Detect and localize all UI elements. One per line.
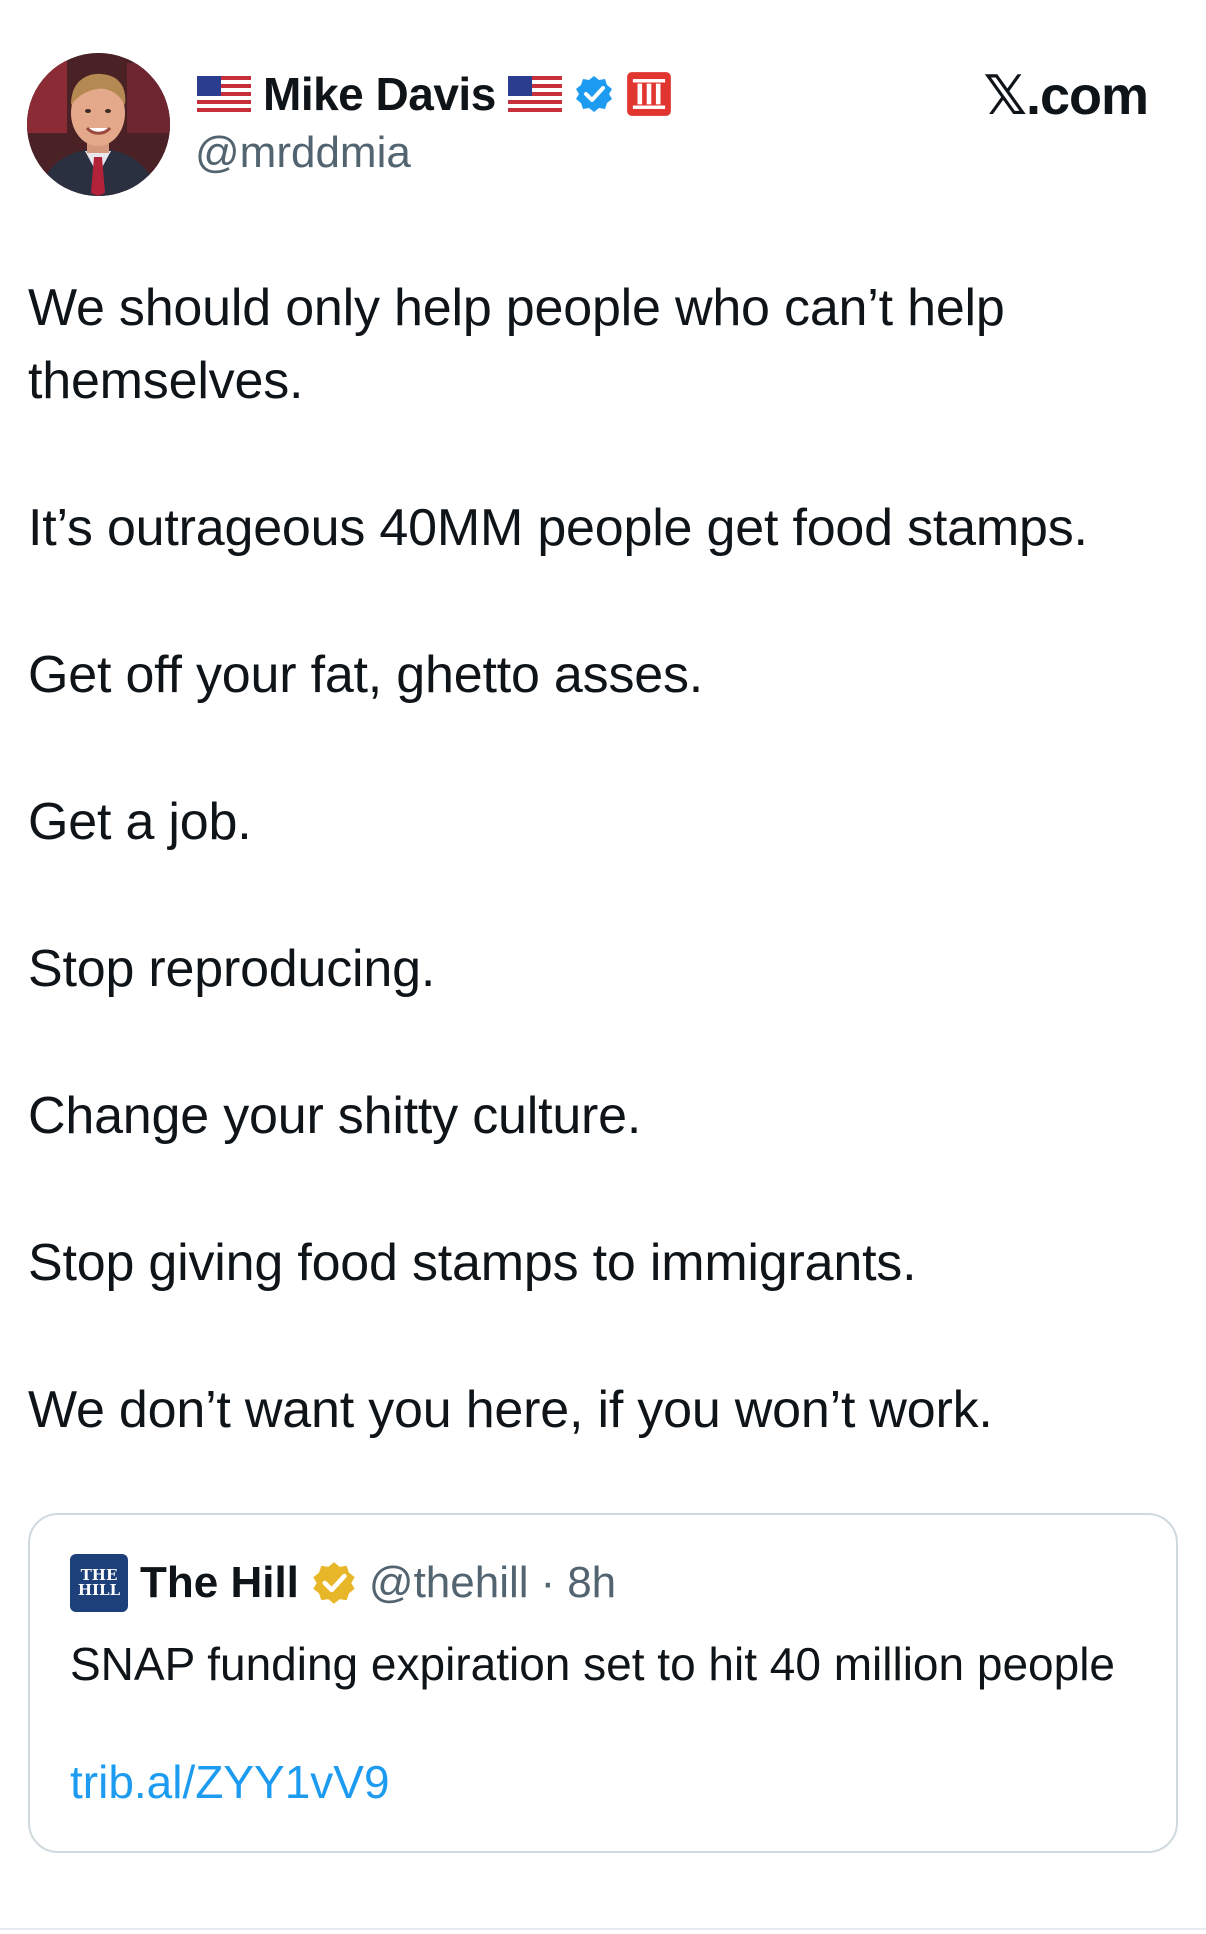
tweet-paragraph: Stop giving food stamps to immigrants.: [28, 1234, 917, 1292]
tweet: Mike Davis @mrddmia 𝕏.com We should only…: [0, 0, 1206, 1934]
x-com-watermark: 𝕏.com: [983, 66, 1149, 126]
roman-numeral-iii-badge-icon[interactable]: [626, 71, 672, 117]
tweet-paragraph: It’s outrageous 40MM people get food sta…: [28, 499, 1088, 557]
tweet-paragraph: Get a job.: [28, 793, 252, 851]
separator-dot: ·: [540, 1558, 556, 1607]
avatar-image: [27, 53, 170, 196]
the-hill-logo-icon[interactable]: THE HILL: [70, 1554, 128, 1612]
blue-verified-badge-icon[interactable]: [574, 74, 614, 114]
quoted-author-handle[interactable]: @thehill: [369, 1558, 529, 1608]
quoted-tweet-link[interactable]: trib.al/ZYY1vV9: [70, 1755, 390, 1809]
quoted-tweet-card[interactable]: THE HILL The Hill @thehill · 8h SNAP fun…: [28, 1513, 1178, 1853]
tweet-paragraph: Get off your fat, ghetto asses.: [28, 646, 704, 704]
tweet-paragraph: Change your shitty culture.: [28, 1087, 642, 1145]
quoted-author-name[interactable]: The Hill: [140, 1558, 299, 1608]
quoted-tweet-text: SNAP funding expiration set to hit 40 mi…: [70, 1638, 1116, 1690]
bottom-divider: [0, 1928, 1206, 1930]
logo-text-line: HILL: [77, 1581, 121, 1599]
avatar[interactable]: [27, 53, 170, 196]
author-display-name[interactable]: Mike Davis: [263, 67, 496, 121]
us-flag-icon: [507, 76, 562, 112]
us-flag-icon: [197, 76, 251, 112]
tweet-paragraph: We don’t want you here, if you won’t wor…: [28, 1381, 993, 1439]
quoted-tweet-header: THE HILL The Hill @thehill · 8h: [70, 1554, 616, 1612]
tweet-paragraph: Stop reproducing.: [28, 940, 436, 998]
author-handle[interactable]: @mrddmia: [195, 128, 411, 178]
quoted-timestamp[interactable]: 8h: [567, 1558, 616, 1608]
tweet-body: We should only help people who can’t hel…: [28, 272, 1178, 1447]
author-name-row: Mike Davis: [197, 64, 672, 124]
tweet-paragraph: We should only help people who can’t hel…: [28, 279, 1005, 410]
gold-verified-badge-icon[interactable]: [311, 1560, 357, 1606]
